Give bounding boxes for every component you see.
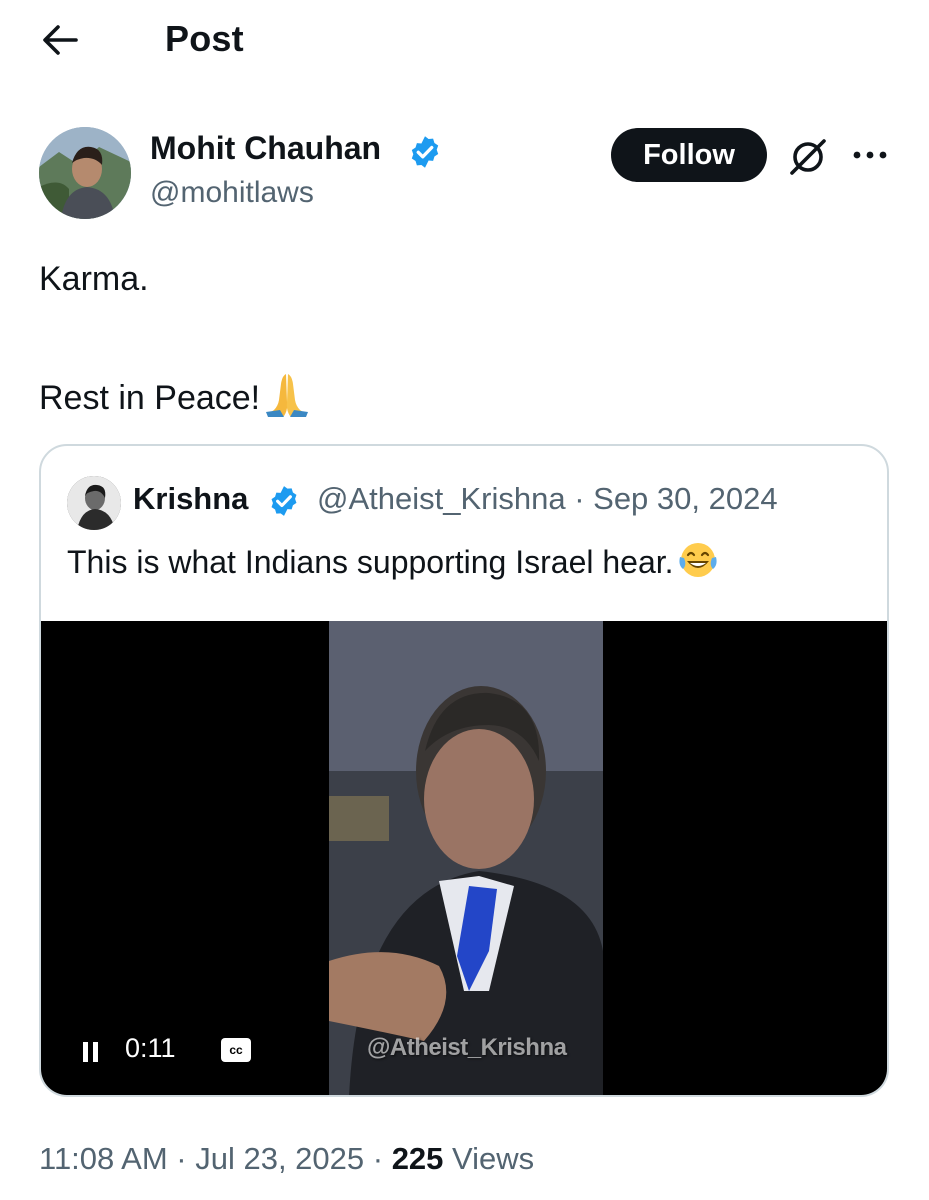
author-avatar[interactable]: [39, 127, 131, 219]
verified-badge-icon: [407, 134, 443, 170]
author-handle[interactable]: @mohitlaws: [150, 176, 314, 210]
video-player[interactable]: @Atheist_Krishna 0:11 cc: [41, 621, 887, 1095]
video-frame: [329, 621, 603, 1095]
quoted-post-text-content: This is what Indians supporting Israel h…: [67, 544, 674, 580]
page-title: Post: [165, 18, 244, 59]
follow-button[interactable]: Follow: [611, 128, 767, 182]
grok-icon[interactable]: [786, 135, 830, 179]
post-text-line-2-text: Rest in Peace!: [39, 379, 261, 417]
tears-of-joy-emoji-icon: [677, 539, 719, 581]
quoted-post-text: This is what Indians supporting Israel h…: [67, 539, 719, 581]
back-arrow-icon[interactable]: [40, 22, 80, 58]
view-count: 225: [391, 1141, 444, 1176]
post-timestamp: 11:08 AM · Jul 23, 2025 ·: [39, 1141, 392, 1176]
post-metadata: 11:08 AM · Jul 23, 2025 · 225 Views: [39, 1141, 534, 1177]
quoted-post-card[interactable]: Krishna @Atheist_Krishna · Sep 30, 2024 …: [39, 444, 889, 1097]
quoted-handle-date: @Atheist_Krishna · Sep 30, 2024: [317, 481, 778, 516]
video-watermark: @Atheist_Krishna: [367, 1034, 567, 1061]
author-name[interactable]: Mohit Chauhan: [150, 130, 381, 167]
quoted-author-name[interactable]: Krishna: [133, 481, 248, 517]
quoted-author-avatar[interactable]: [67, 476, 121, 530]
post-text-line-2: Rest in Peace!: [39, 370, 312, 418]
more-options-icon[interactable]: [850, 143, 890, 167]
post-text-line-1: Karma.: [39, 260, 149, 298]
video-elapsed-time: 0:11: [125, 1033, 176, 1063]
quoted-verified-badge-icon: [267, 484, 301, 518]
folded-hands-emoji-icon: [262, 370, 312, 418]
closed-captions-icon[interactable]: cc: [221, 1038, 251, 1062]
views-label: Views: [443, 1141, 535, 1176]
pause-icon[interactable]: [81, 1041, 101, 1063]
